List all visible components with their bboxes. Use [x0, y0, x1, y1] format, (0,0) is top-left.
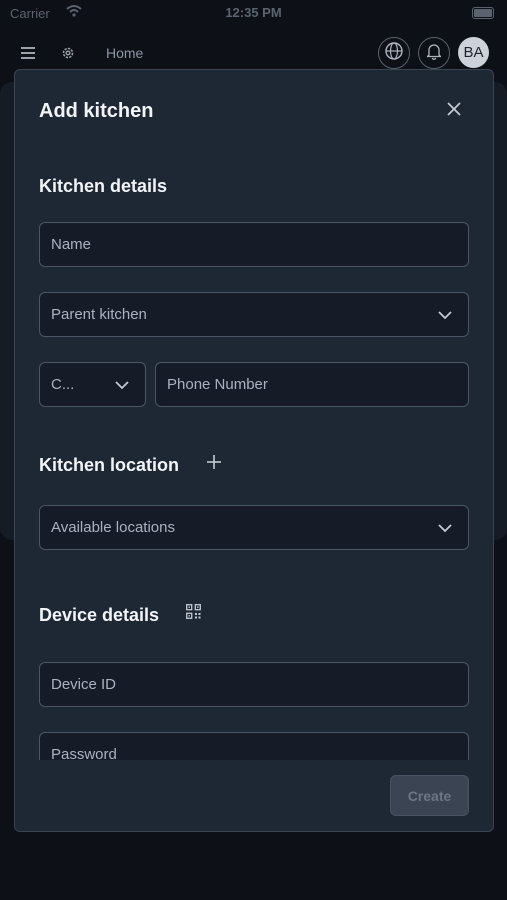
create-button[interactable]: Create	[390, 775, 469, 816]
password-placeholder: Password	[51, 746, 117, 760]
name-field[interactable]: Name	[39, 222, 469, 267]
globe-icon	[384, 41, 404, 66]
dialog-footer: Create	[15, 760, 493, 831]
kitchen-location-heading: Kitchen location	[39, 455, 180, 475]
battery-icon	[472, 7, 494, 19]
avatar-initials: BA	[463, 44, 484, 61]
chevron-down-icon	[113, 376, 131, 394]
home-link[interactable]: Home	[106, 45, 143, 61]
bell-icon	[426, 42, 442, 65]
add-location-button[interactable]	[204, 454, 224, 474]
qr-code-icon	[185, 604, 201, 624]
add-kitchen-dialog: Add kitchen Kitchen details Name Parent …	[14, 69, 494, 832]
name-placeholder: Name	[51, 236, 92, 253]
globe-button[interactable]	[378, 37, 410, 69]
scan-qr-button[interactable]	[183, 604, 203, 624]
device-id-placeholder: Device ID	[51, 676, 117, 693]
country-code-value: C...	[51, 376, 75, 393]
password-field[interactable]: Password	[39, 732, 469, 760]
chevron-down-icon	[436, 519, 454, 537]
dialog-title: Add kitchen	[39, 100, 154, 122]
available-locations-select[interactable]: Available locations	[39, 505, 469, 550]
chevron-down-icon	[436, 306, 454, 324]
device-id-field[interactable]: Device ID	[39, 662, 469, 707]
close-icon	[447, 101, 461, 121]
plus-icon	[207, 454, 221, 474]
device-details-heading: Device details	[39, 605, 160, 625]
country-code-select[interactable]: C...	[39, 362, 146, 407]
parent-kitchen-select[interactable]: Parent kitchen	[39, 292, 469, 337]
gear-icon[interactable]	[58, 43, 78, 63]
avatar[interactable]: BA	[458, 37, 489, 68]
phone-number-placeholder: Phone Number	[167, 376, 268, 393]
status-bar: Carrier 12:35 PM	[0, 0, 507, 26]
status-time: 12:35 PM	[225, 5, 282, 20]
dialog-form[interactable]: Kitchen details Name Parent kitchen C...…	[15, 150, 493, 760]
phone-number-field[interactable]: Phone Number	[155, 362, 469, 407]
notifications-button[interactable]	[418, 37, 450, 69]
top-nav: Home BA	[0, 36, 507, 72]
parent-kitchen-placeholder: Parent kitchen	[51, 306, 147, 323]
hamburger-icon[interactable]	[18, 44, 38, 62]
kitchen-details-heading: Kitchen details	[39, 176, 168, 196]
available-locations-placeholder: Available locations	[51, 519, 175, 536]
close-button[interactable]	[443, 100, 465, 122]
